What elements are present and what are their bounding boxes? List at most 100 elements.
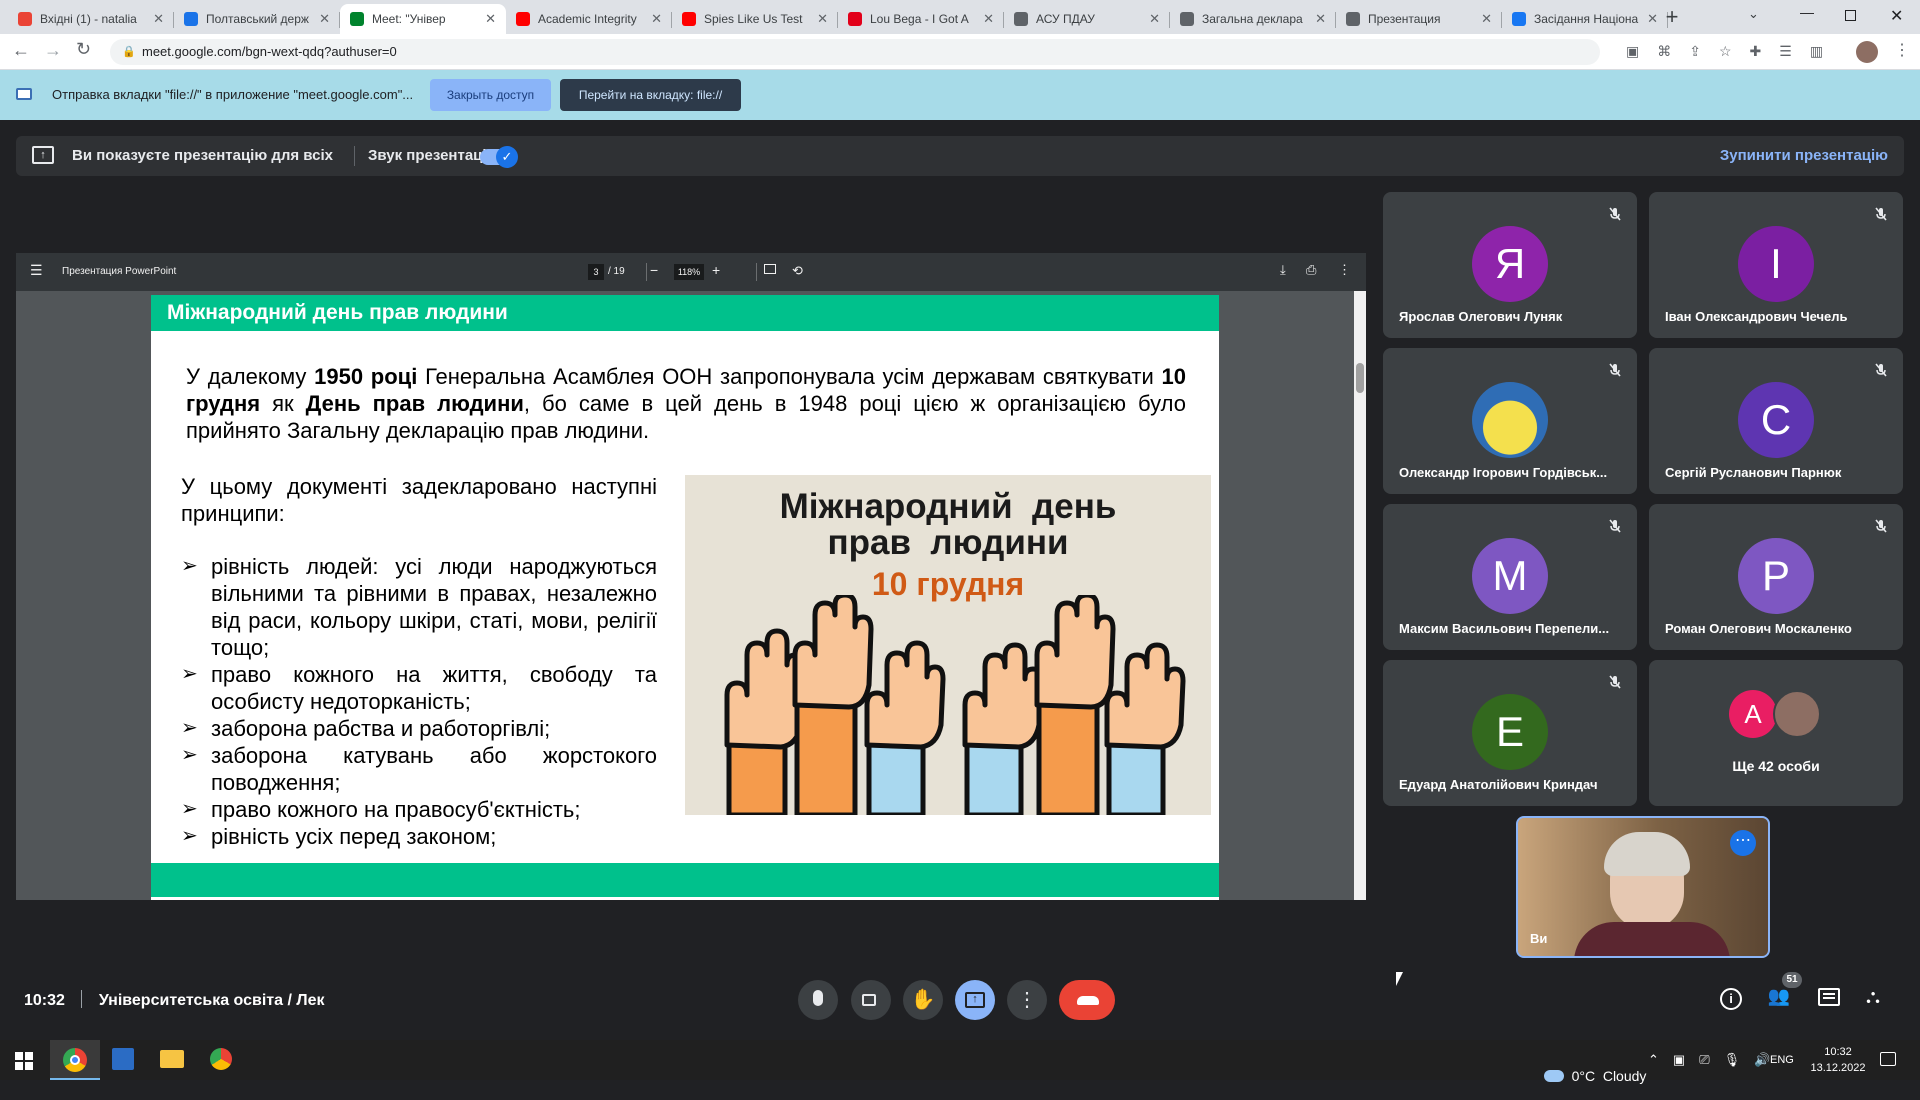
presentation-audio-label: Звук презентації bbox=[368, 147, 491, 164]
rotate-icon[interactable]: ⟲ bbox=[792, 263, 803, 279]
share-icon[interactable]: ⇪ bbox=[1689, 43, 1701, 60]
taskbar-clock[interactable]: 10:32 13.12.2022 bbox=[1808, 1044, 1868, 1076]
stop-presenting-button[interactable]: Зупинити презентацію bbox=[1720, 147, 1888, 164]
pdf-scrollbar[interactable] bbox=[1354, 291, 1366, 900]
browser-tab[interactable]: Meet: "Універ ✕ bbox=[340, 4, 506, 34]
reload-icon[interactable]: ↻ bbox=[76, 39, 91, 60]
extensions-icon[interactable]: ✚ bbox=[1750, 43, 1762, 60]
tab-close-icon[interactable]: ✕ bbox=[1315, 11, 1326, 27]
browser-tab[interactable]: АСУ ПДАУ ✕ bbox=[1004, 4, 1170, 34]
tab-title: Вхідні (1) - natalia bbox=[40, 12, 137, 26]
tile-options-button[interactable]: ⋯ bbox=[1730, 830, 1756, 856]
browser-tab[interactable]: Полтавський держ ✕ bbox=[174, 4, 340, 34]
meeting-details-button[interactable]: i bbox=[1720, 988, 1742, 1010]
cloud-icon bbox=[1543, 1070, 1564, 1082]
notifications-icon[interactable] bbox=[1880, 1052, 1896, 1066]
browser-menu-icon[interactable]: ⋮ bbox=[1894, 40, 1910, 60]
save-app-taskbar-icon[interactable] bbox=[112, 1048, 134, 1070]
mic-off-icon bbox=[1873, 206, 1889, 222]
microphone-tray-icon[interactable]: 🎙 bbox=[1724, 1052, 1741, 1068]
participant-tile[interactable]: Р Роман Олегович Москаленко bbox=[1649, 504, 1903, 650]
print-icon[interactable]: ⎙ bbox=[1306, 262, 1316, 278]
forward-icon[interactable]: → bbox=[44, 40, 62, 61]
participant-tile[interactable]: І Іван Олександрович Чечель bbox=[1649, 192, 1903, 338]
maximize-button[interactable] bbox=[1845, 10, 1856, 21]
tab-favicon-icon bbox=[1512, 12, 1526, 26]
tab-close-icon[interactable]: ✕ bbox=[1149, 11, 1160, 27]
back-icon[interactable]: ← bbox=[12, 40, 30, 61]
leave-call-button[interactable] bbox=[1059, 980, 1115, 1020]
file-explorer-icon[interactable] bbox=[160, 1050, 184, 1068]
microphone-button[interactable] bbox=[798, 980, 838, 1020]
camera-in-use-icon[interactable]: ▣ bbox=[1626, 43, 1639, 60]
fit-page-icon[interactable] bbox=[764, 264, 776, 274]
chrome-taskbar-icon[interactable] bbox=[50, 1040, 100, 1080]
browser-tab[interactable]: Academic Integrity ✕ bbox=[506, 4, 672, 34]
participant-tile[interactable]: Олександр Ігорович Гордівськ... bbox=[1383, 348, 1637, 494]
new-tab-button[interactable]: + bbox=[1658, 6, 1686, 30]
browser-tab[interactable]: Засідання Націона ✕ bbox=[1502, 4, 1668, 34]
browser-tab[interactable]: Spies Like Us Test ✕ bbox=[672, 4, 838, 34]
page-number-input[interactable]: 3 bbox=[588, 264, 604, 280]
slide-page: Міжнародний день прав людини У далекому … bbox=[151, 295, 1219, 900]
participant-tile[interactable]: М Максим Васильович Перепели... bbox=[1383, 504, 1637, 650]
zoom-in-button[interactable]: + bbox=[712, 262, 720, 278]
url-field[interactable]: 🔒 meet.google.com/bgn-wext-qdq?authuser=… bbox=[110, 39, 1600, 65]
download-icon[interactable]: ⤓ bbox=[1280, 262, 1286, 278]
tab-close-icon[interactable]: ✕ bbox=[319, 11, 330, 27]
slide-footer-bar bbox=[151, 863, 1219, 897]
network-icon[interactable]: ⎚ bbox=[1699, 1052, 1709, 1068]
tab-search-icon[interactable]: ⌄ bbox=[1748, 6, 1759, 22]
weather-widget[interactable]: 0°C Cloudy bbox=[1528, 1052, 1646, 1100]
tab-close-icon[interactable]: ✕ bbox=[1647, 11, 1658, 27]
minimize-button[interactable]: — bbox=[1800, 4, 1814, 20]
more-options-button[interactable]: ⋮ bbox=[1007, 980, 1047, 1020]
show-hidden-icons-icon[interactable]: ⌃ bbox=[1648, 1052, 1659, 1068]
browser-tab[interactable]: Вхідні (1) - natalia ✕ bbox=[8, 4, 174, 34]
switch-to-tab-button[interactable]: Перейти на вкладку: file:// bbox=[560, 79, 741, 111]
close-access-button[interactable]: Закрыть доступ bbox=[430, 79, 551, 111]
browser-tab[interactable]: Презентация ✕ bbox=[1336, 4, 1502, 34]
camera-button[interactable] bbox=[851, 980, 891, 1020]
browser-tab[interactable]: Загальна деклара ✕ bbox=[1170, 4, 1336, 34]
reading-list-icon[interactable]: ☰ bbox=[1779, 43, 1792, 60]
bookmark-star-icon[interactable]: ☆ bbox=[1719, 43, 1732, 60]
tab-close-icon[interactable]: ✕ bbox=[1481, 11, 1492, 27]
windows-start-icon[interactable] bbox=[15, 1052, 33, 1070]
tab-close-icon[interactable]: ✕ bbox=[817, 11, 828, 27]
participant-tile[interactable]: С Сергій Русланович Парнюк bbox=[1649, 348, 1903, 494]
tab-close-icon[interactable]: ✕ bbox=[153, 11, 164, 27]
principles-intro: У цьому документі задекларовано наступні… bbox=[181, 474, 657, 526]
browser-tab[interactable]: Lou Bega - I Got A ✕ bbox=[838, 4, 1004, 34]
opera-taskbar-icon[interactable] bbox=[210, 1048, 232, 1070]
participant-tile[interactable]: Я Ярослав Олегович Луняк bbox=[1383, 192, 1637, 338]
present-now-button[interactable]: ↑ bbox=[955, 980, 995, 1020]
bullet-arrow-icon: ➢ bbox=[181, 717, 198, 739]
tab-close-icon[interactable]: ✕ bbox=[485, 11, 496, 27]
chat-button[interactable] bbox=[1818, 988, 1840, 1006]
zoom-input[interactable]: 118% bbox=[674, 264, 704, 280]
close-window-button[interactable]: ✕ bbox=[1890, 6, 1903, 26]
pdf-more-icon[interactable]: ⋮ bbox=[1338, 262, 1351, 278]
input-language[interactable]: ENG bbox=[1770, 1054, 1794, 1066]
human-rights-day-image: Міжнародний день прав людини 10 грудня bbox=[685, 475, 1211, 815]
hamburger-menu-icon[interactable]: ☰ bbox=[30, 262, 43, 279]
scrollbar-thumb[interactable] bbox=[1356, 363, 1364, 393]
participant-tile[interactable]: Е Едуард Анатолійович Криндач bbox=[1383, 660, 1637, 806]
zoom-out-button[interactable]: − bbox=[650, 262, 658, 278]
people-button[interactable]: 👥 51 bbox=[1766, 972, 1802, 1012]
tab-close-icon[interactable]: ✕ bbox=[983, 11, 994, 27]
more-participants-tile[interactable]: A Ще 42 особи bbox=[1649, 660, 1903, 806]
raise-hand-button[interactable]: ✋ bbox=[903, 980, 943, 1020]
cast-icon bbox=[16, 88, 32, 100]
volume-icon[interactable]: 🔊 bbox=[1754, 1052, 1770, 1068]
lock-icon: 🔒 bbox=[122, 46, 136, 58]
self-view-tile[interactable]: ⋯ Ви bbox=[1516, 816, 1770, 958]
translate-icon[interactable]: ⌘ bbox=[1657, 43, 1671, 60]
side-panel-icon[interactable]: ▥ bbox=[1810, 43, 1823, 60]
tab-close-icon[interactable]: ✕ bbox=[651, 11, 662, 27]
presentation-audio-toggle[interactable]: ✓ bbox=[480, 146, 518, 168]
activities-button[interactable]: ⛬ bbox=[1866, 986, 1880, 1009]
profile-avatar[interactable] bbox=[1856, 41, 1878, 63]
system-tray-icon[interactable]: ▣ bbox=[1673, 1052, 1685, 1068]
